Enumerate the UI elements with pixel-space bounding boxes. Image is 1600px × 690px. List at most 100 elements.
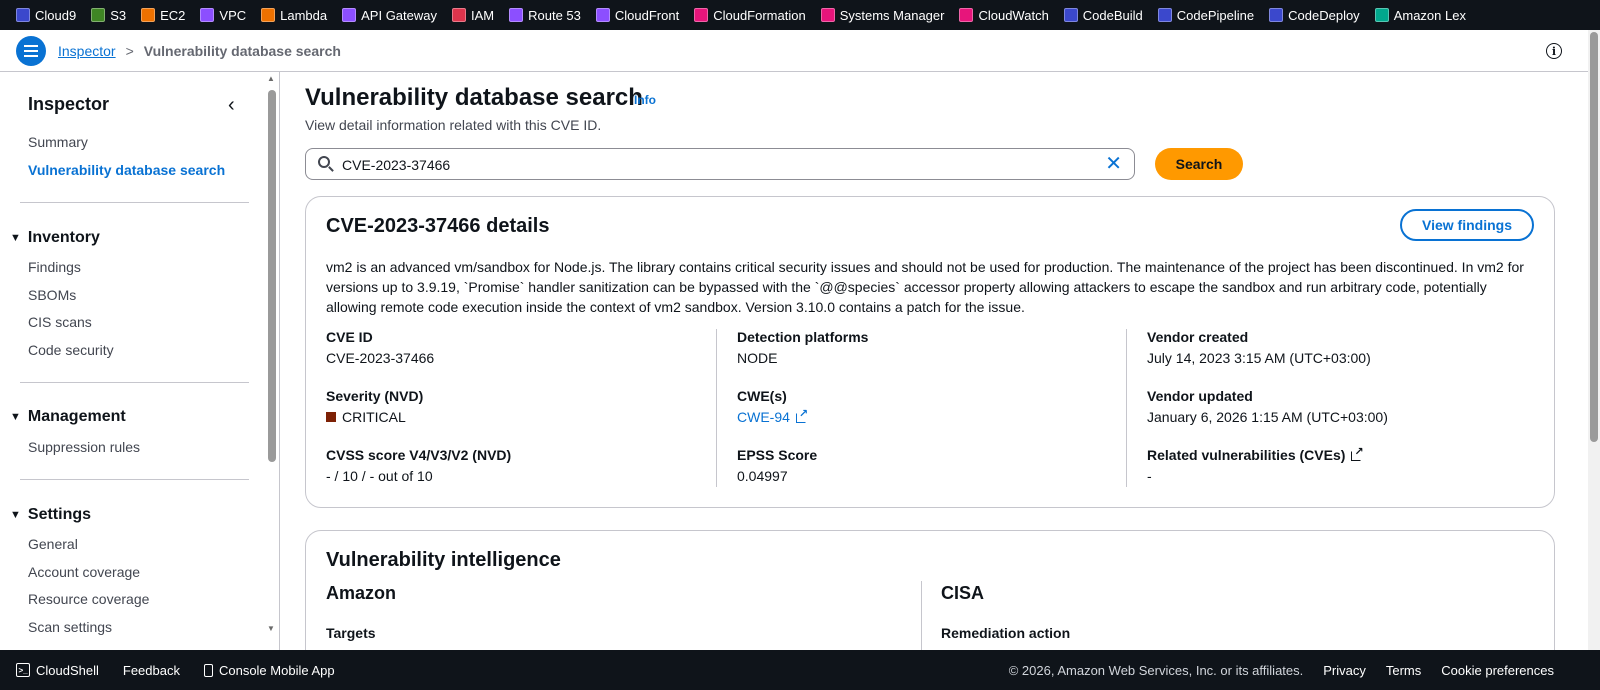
console-mobile-app-label[interactable]: Console Mobile App [219, 663, 335, 678]
menu-icon[interactable] [16, 35, 46, 66]
external-link-icon [795, 407, 808, 423]
caret-down-icon: ▼ [10, 232, 21, 244]
search-button[interactable]: Search [1155, 148, 1243, 180]
service-shortcut-cloudwatch[interactable]: CloudWatch [959, 8, 1049, 23]
service-label[interactable]: CodePipeline [1177, 8, 1254, 23]
service-shortcut-cloud9[interactable]: Cloud9 [16, 8, 76, 23]
cwe-link[interactable]: CWE-94 [737, 407, 808, 425]
cve-details-title: CVE-2023-37466 details [326, 215, 550, 237]
sidebar-item-suppression-rules[interactable]: Suppression rules [28, 439, 140, 455]
breadcrumb-inspector-link[interactable]: Inspector [58, 43, 116, 59]
cve-description: vm2 is an advanced vm/sandbox for Node.j… [326, 259, 1524, 315]
service-shortcut-ec2[interactable]: EC2 [141, 8, 185, 23]
detection-pair: Detection platforms NODE [737, 329, 868, 366]
info-link[interactable]: Info [634, 93, 656, 107]
cwe-link-text[interactable]: CWE-94 [737, 409, 790, 425]
cisa-remediation-label: Remediation action [941, 625, 1071, 641]
sidebar-section-settings[interactable]: ▼ Settings [10, 506, 91, 524]
breadcrumb-bar: Inspector > Vulnerability database searc… [0, 30, 1588, 72]
service-label[interactable]: Systems Manager [840, 8, 945, 23]
info-icon[interactable]: i [1546, 43, 1562, 59]
clear-icon[interactable]: ✕ [1105, 153, 1122, 175]
cwe-pair: CWE(s) CWE-94 [737, 388, 808, 425]
cve-id-value: CVE-2023-37466 [326, 350, 435, 366]
service-shortcut-route53[interactable]: Route 53 [509, 8, 581, 23]
page-scrollbar[interactable] [1590, 32, 1598, 442]
service-label[interactable]: IAM [471, 8, 494, 23]
service-shortcut-cloudfront[interactable]: CloudFront [595, 8, 679, 23]
service-label[interactable]: Amazon Lex [1394, 8, 1466, 23]
privacy-link[interactable]: Privacy [1323, 663, 1366, 678]
sidebar-item-code-security[interactable]: Code security [28, 342, 114, 358]
service-label[interactable]: VPC [219, 8, 246, 23]
api-gateway-icon [342, 8, 357, 22]
service-label[interactable]: CodeBuild [1083, 8, 1143, 23]
amazon-lex-icon [1374, 8, 1389, 22]
copyright-text: © 2026, Amazon Web Services, Inc. or its… [1008, 662, 1304, 678]
cloudshell-label[interactable]: CloudShell [36, 663, 99, 678]
service-label[interactable]: Cloud9 [35, 8, 76, 23]
cvss-pair: CVSS score V4/V3/V2 (NVD) - / 10 / - out… [326, 447, 511, 484]
service-shortcut-cloudformation[interactable]: CloudFormation [694, 8, 806, 23]
service-shortcut-iam[interactable]: IAM [452, 8, 494, 23]
sidebar-section-inventory[interactable]: ▼ Inventory [10, 229, 100, 247]
sidebar-item-vulnerability-database-search[interactable]: Vulnerability database search [28, 162, 225, 178]
iam-icon [452, 8, 466, 22]
cloud9-icon [16, 8, 30, 22]
vendor-updated-value: January 6, 2026 1:15 AM (UTC+03:00) [1147, 409, 1388, 425]
route53-icon [509, 8, 524, 22]
related-vulnerabilities-label[interactable]: Related vulnerabilities (CVEs) [1147, 447, 1345, 463]
vendor-updated-pair: Vendor updated January 6, 2026 1:15 AM (… [1147, 388, 1388, 425]
feedback-button[interactable]: Feedback [123, 663, 180, 678]
search-icon [318, 156, 330, 168]
service-shortcut-codepipeline[interactable]: CodePipeline [1157, 8, 1254, 23]
service-shortcut-api-gateway[interactable]: API Gateway [342, 8, 437, 23]
service-label[interactable]: Lambda [280, 8, 327, 23]
cvss-value: - / 10 / - out of 10 [326, 468, 433, 484]
service-label[interactable]: CloudFormation [713, 8, 806, 23]
service-label[interactable]: CloudWatch [978, 8, 1048, 23]
amazon-heading: Amazon [326, 583, 397, 603]
cloudshell-button[interactable]: >_ CloudShell [16, 663, 99, 678]
service-shortcut-codebuild[interactable]: CodeBuild [1063, 8, 1143, 23]
sidebar-item-findings[interactable]: Findings [28, 259, 81, 275]
sidebar-item-general[interactable]: General [28, 536, 78, 552]
epss-pair: EPSS Score 0.04997 [737, 447, 817, 484]
service-shortcut-vpc[interactable]: VPC [200, 8, 246, 23]
sidebar-item-resource-coverage[interactable]: Resource coverage [28, 591, 149, 607]
sidebar-item-account-coverage[interactable]: Account coverage [28, 564, 140, 580]
service-shortcut-codedeploy[interactable]: CodeDeploy [1269, 8, 1360, 23]
terms-link[interactable]: Terms [1386, 663, 1421, 678]
feedback-label[interactable]: Feedback [123, 663, 180, 678]
service-label[interactable]: EC2 [160, 8, 185, 23]
codepipeline-icon [1157, 8, 1172, 22]
sidebar-item-summary[interactable]: Summary [28, 134, 88, 150]
service-label[interactable]: API Gateway [361, 8, 437, 23]
sidebar-scrollbar[interactable] [268, 90, 276, 462]
console-mobile-app-button[interactable]: Console Mobile App [203, 663, 335, 678]
view-findings-button[interactable]: View findings [1400, 209, 1534, 241]
breadcrumb-separator-icon: > [125, 42, 134, 59]
search-field[interactable]: ✕ [305, 148, 1135, 180]
severity-pair: Severity (NVD) CRITICAL [326, 388, 423, 425]
vulnerability-intelligence-title: Vulnerability intelligence [326, 549, 561, 571]
scroll-up-icon[interactable]: ▲ [267, 74, 275, 83]
sidebar-item-cis-scans[interactable]: CIS scans [28, 314, 92, 330]
service-label[interactable]: Route 53 [528, 8, 581, 23]
sidebar-section-management[interactable]: ▼ Management [10, 408, 126, 426]
collapse-sidebar-icon[interactable]: ‹ [228, 94, 235, 117]
service-label[interactable]: S3 [110, 8, 126, 23]
service-shortcut-s3[interactable]: S3 [91, 8, 126, 23]
search-input[interactable] [342, 155, 1082, 175]
service-label[interactable]: CodeDeploy [1288, 8, 1360, 23]
scroll-down-icon[interactable]: ▼ [267, 624, 275, 633]
service-label[interactable]: CloudFront [615, 8, 679, 23]
sidebar-item-sboms[interactable]: SBOMs [28, 287, 76, 303]
cvss-label: CVSS score V4/V3/V2 (NVD) [326, 447, 512, 463]
sidebar-item-scan-settings[interactable]: Scan settings [28, 619, 112, 635]
related-vulnerabilities-link[interactable]: Related vulnerabilities (CVEs) [1147, 445, 1364, 463]
service-shortcut-lambda[interactable]: Lambda [261, 8, 327, 23]
service-shortcut-amazon-lex[interactable]: Amazon Lex [1374, 8, 1466, 23]
service-shortcut-systems-manager[interactable]: Systems Manager [820, 8, 945, 23]
cookie-preferences-link[interactable]: Cookie preferences [1441, 663, 1554, 678]
